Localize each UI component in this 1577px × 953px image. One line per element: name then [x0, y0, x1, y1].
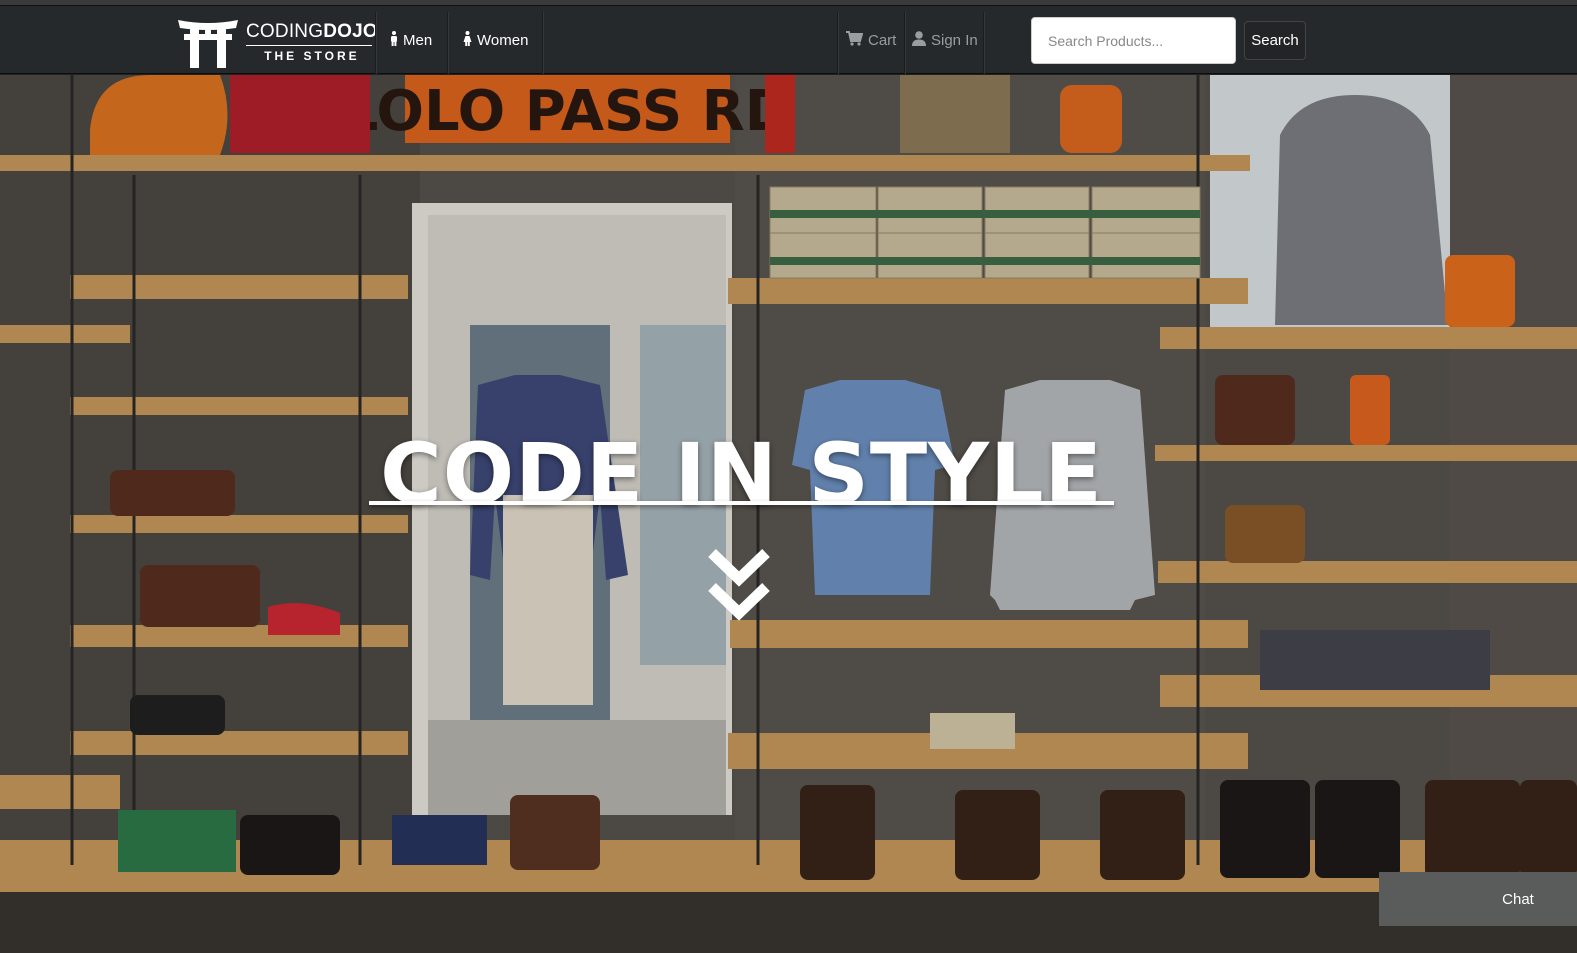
brand-name: CODINGDOJO	[246, 21, 378, 42]
nav-divider	[447, 12, 448, 74]
navbar: CODINGDOJO THE STORE Men Women Cart Sign…	[0, 6, 1577, 74]
nav-signin-label: Sign In	[931, 31, 978, 49]
nav-cart-label: Cart	[868, 31, 897, 49]
female-icon	[463, 30, 472, 50]
nav-divider	[904, 12, 905, 74]
male-icon	[390, 30, 398, 50]
nav-men-link[interactable]: Men	[390, 6, 432, 74]
torii-logo-icon	[178, 20, 238, 68]
nav-women-link[interactable]: Women	[463, 6, 528, 74]
chat-label: Chat	[1502, 890, 1534, 908]
chat-button[interactable]: Chat	[1379, 872, 1577, 926]
search-input[interactable]	[1031, 17, 1236, 64]
brand-logo[interactable]: CODINGDOJO THE STORE	[176, 16, 378, 68]
brand-text: CODINGDOJO THE STORE	[246, 22, 378, 62]
hero-title-underline	[369, 501, 1114, 505]
nav-signin-link[interactable]: Sign In	[912, 6, 978, 74]
shopping-cart-icon	[846, 30, 864, 50]
user-icon	[912, 30, 926, 50]
nav-divider	[542, 12, 543, 74]
double-chevron-down-icon[interactable]	[704, 547, 774, 627]
nav-women-label: Women	[477, 31, 529, 49]
nav-divider	[837, 12, 838, 74]
nav-divider	[375, 12, 376, 74]
hero-banner: LOLO PASS RD	[0, 75, 1577, 953]
nav-cart-link[interactable]: Cart	[846, 6, 896, 74]
nav-men-label: Men	[403, 31, 433, 49]
nav-divider	[983, 12, 984, 74]
search-button[interactable]: Search	[1244, 21, 1306, 60]
brand-subtitle: THE STORE	[264, 49, 360, 63]
